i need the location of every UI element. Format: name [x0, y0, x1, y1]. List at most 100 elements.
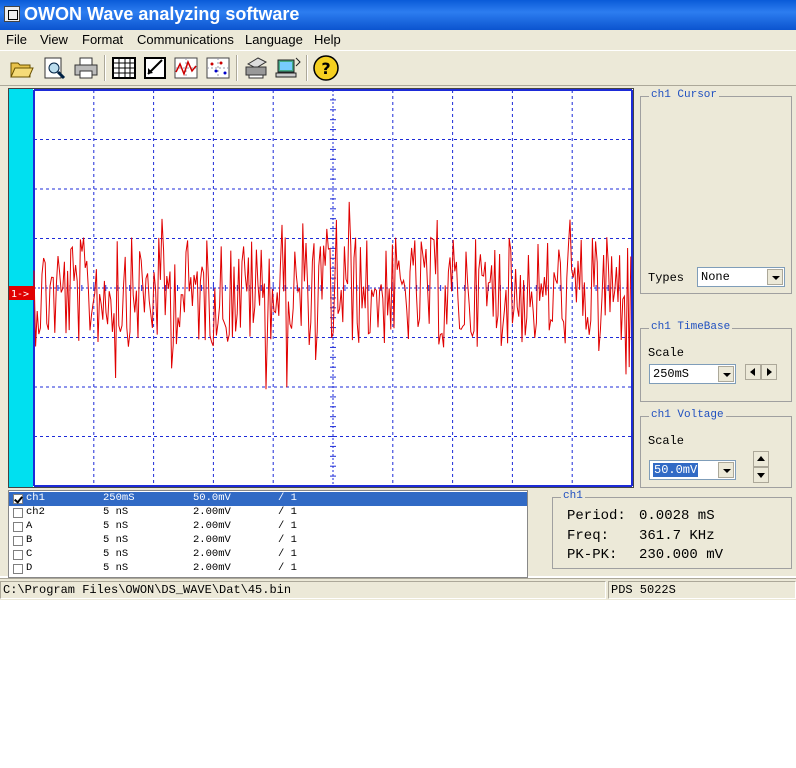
chevron-down-icon[interactable] — [718, 366, 734, 382]
channel-time: 5 nS — [103, 506, 129, 518]
menu-bar: File View Format Communications Language… — [0, 30, 796, 50]
menu-communications[interactable]: Communications — [137, 32, 234, 47]
scatter-icon[interactable] — [204, 54, 232, 82]
menu-format[interactable]: Format — [82, 32, 123, 47]
channel-time: 250mS — [103, 492, 135, 504]
channel-name: D — [26, 562, 33, 574]
help-icon[interactable]: ? — [312, 54, 340, 82]
window-title: OWON Wave analyzing software — [24, 4, 300, 24]
period-label: Period: — [567, 508, 626, 524]
channel-ratio: / 1 — [278, 548, 297, 560]
cursor-group: ch1 Cursor Types None — [640, 89, 792, 294]
menu-file[interactable]: File — [6, 32, 27, 47]
channel-checkbox[interactable] — [13, 494, 23, 504]
channel-time: 5 nS — [103, 520, 129, 532]
arrow-right-icon — [767, 368, 772, 376]
timebase-scale-select[interactable]: 250mS — [649, 364, 736, 384]
channel-volt: 2.00mV — [193, 534, 231, 546]
channel-row-ch1[interactable]: ch1 250mS 50.0mV / 1 — [9, 492, 527, 506]
arrow-down-icon — [757, 473, 765, 478]
menu-help[interactable]: Help — [314, 32, 341, 47]
waveform-display[interactable]: 1-> — [8, 88, 634, 488]
toolbar-separator — [104, 55, 106, 81]
measurement-group-title: ch1 — [561, 490, 585, 502]
channel-ratio: / 1 — [278, 520, 297, 532]
ch1-level-marker-label: 1-> — [11, 289, 29, 300]
toolbar-separator — [236, 55, 238, 81]
channel-name: A — [26, 520, 33, 532]
types-select-value: None — [701, 270, 730, 284]
edit-icon[interactable] — [142, 54, 170, 82]
channel-row-c[interactable]: C 5 nS 2.00mV / 1 — [9, 548, 527, 562]
freq-label: Freq: — [567, 528, 610, 544]
voltage-scale-value: 50.0mV — [653, 463, 699, 477]
svg-text:?: ? — [321, 59, 330, 78]
menu-view[interactable]: View — [40, 32, 68, 47]
chevron-down-icon[interactable] — [718, 462, 734, 478]
channel-name: B — [26, 534, 33, 546]
channel-ratio: / 1 — [278, 492, 297, 504]
channel-name: ch2 — [26, 506, 45, 518]
channel-time: 5 nS — [103, 534, 129, 546]
cursor-group-title: ch1 Cursor — [649, 89, 720, 101]
channel-checkbox[interactable] — [13, 564, 23, 574]
measurement-group: ch1 Period: 0.0028 mS Freq: 361.7 KHz PK… — [552, 490, 792, 569]
channel-ratio: / 1 — [278, 562, 297, 574]
channel-checkbox[interactable] — [13, 522, 23, 532]
open-icon[interactable] — [8, 54, 36, 82]
arrow-up-icon — [757, 456, 765, 461]
channel-volt: 2.00mV — [193, 548, 231, 560]
table-icon[interactable] — [110, 54, 138, 82]
print-icon[interactable] — [72, 54, 100, 82]
status-device: PDS 5022S — [611, 583, 676, 597]
pkpk-value: 230.000 mV — [639, 547, 724, 563]
waveform-icon[interactable] — [172, 54, 200, 82]
timebase-scale-label: Scale — [648, 346, 685, 360]
channel-ratio: / 1 — [278, 506, 297, 518]
menu-language[interactable]: Language — [245, 32, 303, 47]
channel-row-ch2[interactable]: ch2 5 nS 2.00mV / 1 — [9, 506, 527, 520]
period-value: 0.0028 mS — [639, 508, 715, 524]
voltage-scale-label: Scale — [648, 434, 685, 448]
channel-checkbox[interactable] — [13, 508, 23, 518]
voltage-scale-select[interactable]: 50.0mV — [649, 460, 736, 480]
waveform-canvas[interactable]: 1-> — [9, 89, 633, 487]
types-select[interactable]: None — [697, 267, 785, 287]
types-label: Types — [648, 271, 685, 285]
voltage-down-button[interactable] — [753, 467, 769, 483]
voltage-group: ch1 Voltage Scale 50.0mV — [640, 409, 792, 488]
channel-name: C — [26, 548, 33, 560]
toolbar-separator — [306, 55, 308, 81]
printer-setup-icon[interactable] — [242, 54, 270, 82]
ch1-trace — [33, 201, 632, 390]
channel-name: ch1 — [26, 492, 45, 504]
channel-volt: 2.00mV — [193, 562, 231, 574]
channel-checkbox[interactable] — [13, 550, 23, 560]
channel-row-d[interactable]: D 5 nS 2.00mV / 1 — [9, 562, 527, 576]
communication-icon[interactable] — [274, 54, 302, 82]
channel-list[interactable]: ch1 250mS 50.0mV / 1 ch2 5 nS 2.00mV / 1 A 5 nS 2.… — [8, 490, 528, 578]
timebase-group-title: ch1 TimeBase — [649, 321, 733, 333]
chevron-down-icon[interactable] — [767, 269, 783, 285]
preview-icon[interactable] — [40, 54, 68, 82]
title-bar: OWON Wave analyzing software — [0, 0, 796, 30]
arrow-left-icon — [750, 368, 755, 376]
channel-time: 5 nS — [103, 562, 129, 574]
channel-checkbox[interactable] — [13, 536, 23, 546]
channel-ratio: / 1 — [278, 534, 297, 546]
timebase-left-button[interactable] — [745, 364, 761, 380]
toolbar: ? — [0, 50, 796, 86]
channel-row-a[interactable]: A 5 nS 2.00mV / 1 — [9, 520, 527, 534]
pkpk-label: PK-PK: — [567, 547, 618, 563]
timebase-right-button[interactable] — [761, 364, 777, 380]
timebase-group: ch1 TimeBase Scale 250mS — [640, 321, 792, 402]
channel-volt: 2.00mV — [193, 506, 231, 518]
channel-volt: 2.00mV — [193, 520, 231, 532]
freq-value: 361.7 KHz — [639, 528, 715, 544]
app-icon[interactable] — [4, 6, 20, 22]
timebase-scale-value: 250mS — [653, 367, 690, 381]
channel-row-b[interactable]: B 5 nS 2.00mV / 1 — [9, 534, 527, 548]
voltage-up-button[interactable] — [753, 451, 769, 467]
status-bar: C:\Program Files\OWON\DS_WAVE\Dat\45.bin… — [0, 578, 796, 600]
channel-volt: 50.0mV — [193, 492, 231, 504]
